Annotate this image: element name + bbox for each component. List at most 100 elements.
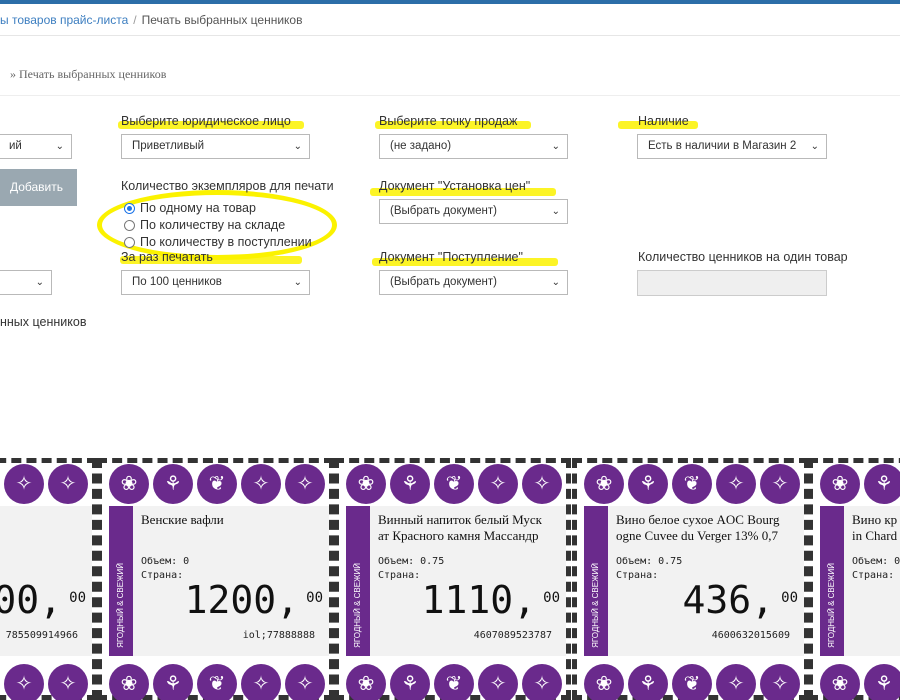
sale-point-value: (не задано): [390, 140, 452, 152]
brand-band-text: ЯГОДНЫЙ & СВЕЖИЙ: [591, 563, 600, 648]
radio-icon[interactable]: [124, 219, 135, 231]
brand-band: ЯГОДНЫЙ & СВЕЖИЙ: [109, 506, 133, 656]
price-tag-strip: ❀⚘❦✧✧❀⚘❦✧✧ЯГОДНЫЙ & СВЕЖИЙеные на гриле0…: [0, 458, 900, 700]
mushroom-icon: ❀: [584, 464, 624, 504]
product-price-cents: 00: [781, 590, 798, 606]
legal-entity-select[interactable]: Приветливый ⌄: [121, 134, 310, 159]
price-doc-value: (Выбрать документ): [390, 205, 497, 217]
price-tag-icon-row: ❀⚘❦✧✧: [584, 664, 804, 700]
fish-icon: ✧: [478, 664, 518, 700]
fish-icon: ✧: [716, 664, 756, 700]
page-subtitle: » Печать выбранных ценников: [10, 67, 167, 81]
product-volume: Объем: 0: [141, 556, 190, 567]
corn-icon: ⚘: [153, 664, 193, 700]
product-name-line: Венские вафли: [141, 512, 224, 527]
left-select-1[interactable]: ий ⌄: [0, 134, 72, 159]
product-volume: Объем: 0.75: [616, 556, 683, 567]
copies-label: Количество экземпляров для печати: [121, 179, 334, 193]
breadcrumb-separator: /: [133, 13, 137, 27]
product-name-line: Винный напиток белый Муск: [378, 512, 542, 527]
breadcrumb-current: Печать выбранных ценников: [141, 13, 303, 27]
fish-icon: ✧: [522, 664, 562, 700]
price-tag-icon-row: ❀⚘❦✧✧: [109, 664, 329, 700]
chevron-down-icon: ⌄: [35, 277, 44, 288]
corn-icon: ⚘: [153, 464, 193, 504]
corn-icon: ⚘: [864, 464, 900, 504]
product-name: Венские вафли: [141, 512, 331, 528]
product-volume: Объем: 0: [852, 556, 900, 567]
fish-icon: ✧: [716, 464, 756, 504]
bird-icon: ❦: [197, 464, 237, 504]
fish-icon: ✧: [478, 464, 518, 504]
receipt-doc-label: Документ "Поступление": [379, 250, 523, 264]
product-barcode: 4607089523787: [473, 630, 552, 641]
product-price: 1200,: [184, 578, 299, 622]
bird-icon: ❦: [434, 664, 474, 700]
corn-icon: ⚘: [390, 464, 430, 504]
price-doc-select[interactable]: (Выбрать документ) ⌄: [379, 199, 568, 224]
batch-value: По 100 ценников: [132, 276, 222, 288]
brand-band-text: ЯГОДНЫЙ & СВЕЖИЙ: [827, 563, 836, 648]
sale-point-label: Выберите точку продаж: [379, 114, 518, 128]
price-tag-card: ЯГОДНЫЙ & СВЕЖИЙ Винный напиток белый Мус…: [346, 506, 566, 656]
price-tag: ❀ ⚘ ❦ ✧ ✧ ❀ ⚘ ❦ ✧ ✧ ЯГОДНЫЙ & СВЕЖИЙ Венские вафли О…: [97, 458, 334, 700]
sale-point-select[interactable]: (не задано) ⌄: [379, 134, 568, 159]
bird-icon: ❦: [672, 464, 712, 504]
product-name-line: еные на гриле: [0, 512, 94, 528]
corn-icon: ⚘: [628, 464, 668, 504]
fish-icon: ✧: [241, 664, 281, 700]
chevron-down-icon: ⌄: [551, 206, 560, 217]
product-country: Страна:: [616, 570, 659, 581]
corn-icon: ⚘: [628, 664, 668, 700]
product-name-line: Вино кр: [852, 512, 898, 527]
availability-value: Есть в наличии в Магазин 2: [648, 140, 797, 152]
product-barcode: iol;77888888: [242, 630, 315, 641]
fish-icon: ✧: [4, 664, 44, 700]
price-tag-card: ЯГОДНЫЙ & СВЕЖИЙ Венские вафли Объем: 0 Стр…: [109, 506, 329, 656]
brand-band: ЯГОДНЫЙ & СВЕЖИЙ: [584, 506, 608, 656]
price-tag-icon-row: ❀⚘❦✧✧: [820, 464, 900, 504]
price-tag-card: ЯГОДНЫЙ & СВЕЖИЙеные на гриле00,00785509…: [0, 506, 92, 656]
breadcrumb: ы товаров прайс-листа / Печать выбранных ц…: [0, 4, 900, 36]
legal-entity-value: Приветливый: [132, 140, 205, 152]
print-tags-link[interactable]: нных ценников: [0, 315, 86, 329]
divider: [0, 95, 900, 96]
batch-select[interactable]: По 100 ценников ⌄: [121, 270, 310, 295]
legal-entity-label: Выберите юридическое лицо: [121, 114, 291, 128]
mushroom-icon: ❀: [109, 664, 149, 700]
product-name: Вино белое сухое AOC Bourg ogne Cuvee du …: [616, 512, 806, 544]
product-name: Вино кр in Chard: [852, 512, 900, 544]
chevron-down-icon: ⌄: [551, 141, 560, 152]
fish-icon: ✧: [48, 664, 88, 700]
copies-option-one[interactable]: По одному на товар: [124, 201, 256, 215]
radio-checked-icon[interactable]: [124, 202, 135, 214]
receipt-doc-select[interactable]: (Выбрать документ) ⌄: [379, 270, 568, 295]
availability-label: Наличие: [638, 114, 689, 128]
receipt-doc-value: (Выбрать документ): [390, 276, 497, 288]
breadcrumb-link[interactable]: ы товаров прайс-листа: [0, 13, 128, 27]
left-select-2[interactable]: ⌄: [0, 270, 52, 295]
radio-icon[interactable]: [124, 236, 135, 248]
product-price: 00,: [0, 578, 62, 622]
left-select-1-value: ий: [9, 140, 22, 152]
bird-icon: ❦: [197, 664, 237, 700]
copies-option-stock[interactable]: По количеству на складе: [124, 218, 285, 232]
fish-icon: ✧: [760, 664, 800, 700]
add-button[interactable]: Добавить: [0, 169, 77, 206]
product-price: 436,: [682, 578, 774, 622]
price-tag: ❀⚘❦✧✧❀⚘❦✧✧ЯГОДНЫЙ & СВЕЖИЙеные на гриле0…: [0, 458, 97, 700]
mushroom-icon: ❀: [346, 464, 386, 504]
copies-option-label: По количеству в поступлении: [140, 235, 312, 249]
availability-select[interactable]: Есть в наличии в Магазин 2 ⌄: [637, 134, 827, 159]
price-tag: ❀ ⚘ ❦ ✧ ✧ ❀ ⚘ ❦ ✧ ✧ ЯГОДНЫЙ & СВЕЖИЙ Вино белое сух…: [572, 458, 809, 700]
price-tag-card: ЯГОДНЫЙ & СВЕЖИЙ Вино кр in Chard Объем: 0 С…: [820, 506, 900, 656]
product-barcode: 785509914966: [5, 630, 78, 641]
mushroom-icon: ❀: [109, 464, 149, 504]
mushroom-icon: ❀: [584, 664, 624, 700]
corn-icon: ⚘: [864, 664, 900, 700]
price-tag-icon-row: ❀⚘❦✧✧: [820, 664, 900, 700]
chevron-down-icon: ⌄: [810, 141, 819, 152]
product-country: Страна:: [378, 570, 421, 581]
copies-option-receipt[interactable]: По количеству в поступлении: [124, 235, 312, 249]
price-tag: ❀ ⚘ ❦ ✧ ✧ ❀ ⚘ ❦ ✧ ✧ ЯГОДНЫЙ & СВЕЖИЙ Винный напиток…: [334, 458, 571, 700]
